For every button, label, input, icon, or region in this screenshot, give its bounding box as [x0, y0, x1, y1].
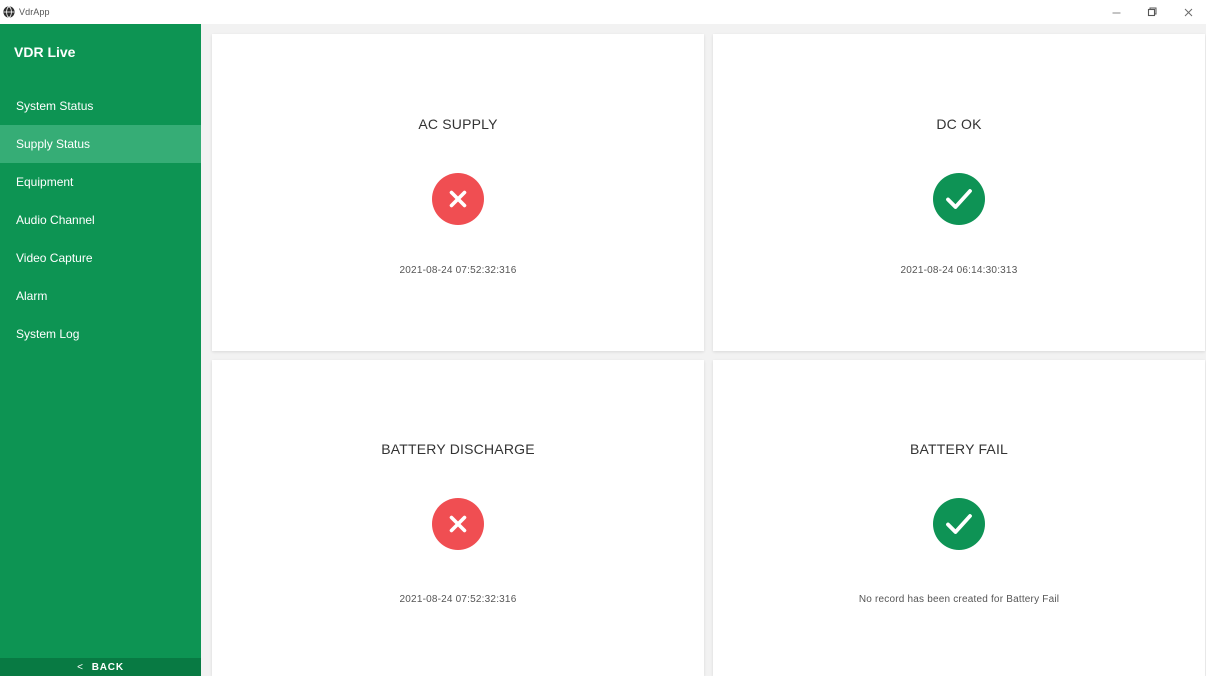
status-card-battery-discharge: BATTERY DISCHARGE 2021-08-24 07:52:32:31…	[212, 360, 704, 676]
sidebar-item-supply-status[interactable]: Supply Status	[0, 125, 201, 163]
x-circle-icon	[432, 498, 484, 550]
back-button[interactable]: < BACK	[0, 658, 201, 676]
sidebar-title: VDR Live	[14, 44, 76, 60]
card-timestamp: 2021-08-24 06:14:30:313	[900, 265, 1018, 276]
card-timestamp: 2021-08-24 07:52:32:316	[399, 594, 517, 605]
close-button[interactable]	[1170, 0, 1206, 24]
minimize-icon	[1112, 8, 1121, 17]
check-circle-icon	[933, 498, 985, 550]
status-card-dc-ok: DC OK 2021-08-24 06:14:30:313	[713, 34, 1205, 351]
x-circle-icon	[432, 173, 484, 225]
sidebar-item-equipment[interactable]: Equipment	[0, 163, 201, 201]
close-icon	[1184, 8, 1193, 17]
app-logo-icon	[3, 6, 15, 18]
app-title: VdrApp	[19, 7, 50, 17]
card-timestamp: 2021-08-24 07:52:32:316	[399, 265, 517, 276]
sidebar-item-video-capture[interactable]: Video Capture	[0, 239, 201, 277]
window-titlebar: VdrApp	[0, 0, 1206, 24]
back-label: BACK	[91, 662, 124, 673]
sidebar-item-system-log[interactable]: System Log	[0, 315, 201, 353]
maximize-button[interactable]	[1134, 0, 1170, 24]
sidebar-nav: System Status Supply Status Equipment Au…	[0, 87, 201, 353]
sidebar-item-system-status[interactable]: System Status	[0, 87, 201, 125]
status-card-ac-supply: AC SUPPLY 2021-08-24 07:52:32:316	[212, 34, 704, 351]
check-circle-icon	[933, 173, 985, 225]
card-title: BATTERY FAIL	[909, 441, 1009, 457]
sidebar: VDR Live System Status Supply Status Equ…	[0, 24, 201, 676]
card-title: DC OK	[936, 116, 982, 132]
minimize-button[interactable]	[1098, 0, 1134, 24]
restore-icon	[1147, 7, 1157, 17]
sidebar-item-audio-channel[interactable]: Audio Channel	[0, 201, 201, 239]
card-title: BATTERY DISCHARGE	[381, 441, 535, 457]
window-controls	[1098, 0, 1206, 24]
card-timestamp: No record has been created for Battery F…	[858, 594, 1060, 605]
chevron-left-icon: <	[77, 662, 84, 673]
status-card-battery-fail: BATTERY FAIL No record has been created …	[713, 360, 1205, 676]
sidebar-item-alarm[interactable]: Alarm	[0, 277, 201, 315]
card-title: AC SUPPLY	[418, 116, 498, 132]
